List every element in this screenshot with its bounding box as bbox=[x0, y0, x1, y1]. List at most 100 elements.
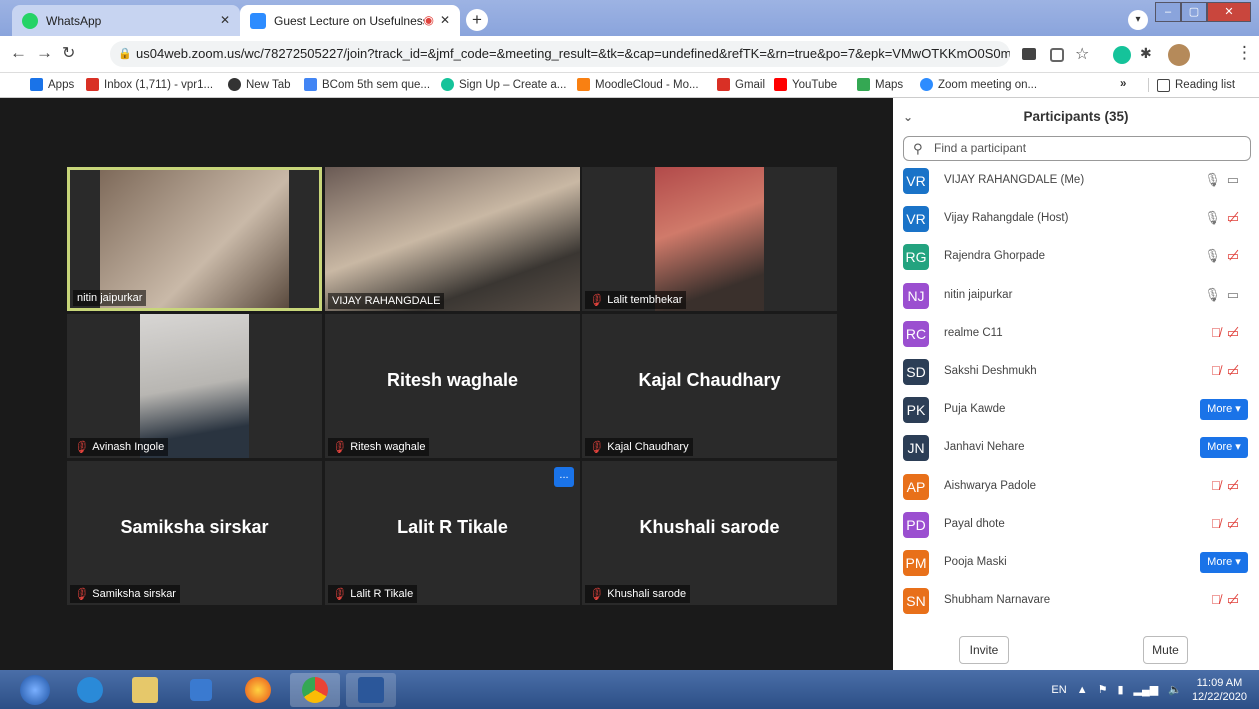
minimize-button[interactable]: – bbox=[1155, 2, 1181, 22]
participant-row[interactable]: AP Aishwarya Padole 🎙̸ ▭̸ bbox=[893, 468, 1259, 506]
video-tile[interactable]: 🎙 Lalit tembhekar bbox=[582, 167, 837, 311]
forward-icon[interactable]: → bbox=[36, 43, 53, 63]
more-button[interactable]: More ▾ bbox=[1200, 437, 1248, 459]
new-tab-button[interactable]: + bbox=[466, 9, 488, 31]
bookmark-label: Apps bbox=[48, 78, 75, 91]
back-icon[interactable]: ← bbox=[10, 43, 27, 63]
chevron-down-icon[interactable]: ⌄ bbox=[903, 98, 913, 136]
menu-icon[interactable]: ⋮ bbox=[1236, 43, 1253, 63]
bookmarks-overflow[interactable]: » bbox=[1120, 78, 1126, 90]
video-tile[interactable]: Khushali sarode 🎙 Khushali sarode bbox=[582, 461, 837, 605]
video-tile[interactable]: 🎙 Avinash Ingole bbox=[67, 314, 322, 458]
tile-label: 🎙 Khushali sarode bbox=[585, 585, 691, 603]
avatar[interactable] bbox=[1168, 44, 1190, 66]
taskbar-media[interactable] bbox=[176, 673, 226, 707]
tile-name: Lalit tembhekar bbox=[607, 294, 683, 306]
bookmark-signup[interactable]: Sign Up – Create a... bbox=[441, 78, 566, 91]
tab-search-icon[interactable]: ▾ bbox=[1128, 10, 1148, 30]
close-icon[interactable]: ✕ bbox=[220, 13, 230, 27]
bookmark-zoom[interactable]: Zoom meeting on... bbox=[920, 78, 1037, 91]
video-off-icon: ▭̸ bbox=[1226, 477, 1239, 493]
participant-row[interactable]: RC realme C11 🎙̸ ▭̸ bbox=[893, 315, 1259, 353]
bookmark-inbox[interactable]: Inbox (1,711) - vpr1... bbox=[86, 78, 213, 91]
bookmark-moodle[interactable]: MoodleCloud - Mo... bbox=[577, 78, 699, 91]
flag-icon[interactable]: ⚑ bbox=[1098, 683, 1108, 696]
participant-name: nitin jaipurkar bbox=[944, 288, 1013, 301]
invite-button[interactable]: Invite bbox=[959, 636, 1009, 664]
participant-row[interactable]: RG Rajendra Ghorpade 🎙 ▭̸ bbox=[893, 238, 1259, 276]
status-icons: 🎙 ▭̸ bbox=[1204, 248, 1239, 264]
video-tile[interactable]: ... Lalit R Tikale 🎙 Lalit R Tikale bbox=[325, 461, 580, 605]
close-window-button[interactable]: ✕ bbox=[1207, 2, 1251, 22]
share-icon[interactable] bbox=[1050, 48, 1064, 62]
status-icons: 🎙̸ ▭̸ bbox=[1211, 592, 1239, 608]
participant-search-input[interactable]: ⚲ Find a participant bbox=[903, 136, 1251, 161]
language-indicator[interactable]: EN bbox=[1051, 684, 1066, 696]
bookmark-label: BCom 5th sem que... bbox=[322, 78, 431, 91]
mute-all-button[interactable]: Mute bbox=[1143, 636, 1188, 664]
gmail-icon bbox=[86, 78, 99, 91]
clock-time: 11:09 AM bbox=[1196, 676, 1243, 689]
participant-row[interactable]: VR Vijay Rahangdale (Host) 🎙 ▭̸ bbox=[893, 200, 1259, 238]
bookmark-newtab[interactable]: New Tab bbox=[228, 78, 291, 91]
bookmark-gmail[interactable]: Gmail bbox=[717, 78, 765, 91]
participant-row[interactable]: PK Puja Kawde More ▾ bbox=[893, 391, 1259, 429]
clock[interactable]: 11:09 AM 12/22/2020 bbox=[1192, 676, 1247, 704]
start-button[interactable] bbox=[10, 673, 60, 707]
taskbar-word[interactable] bbox=[346, 673, 396, 707]
tile-label: 🎙 Ritesh waghale bbox=[328, 438, 430, 456]
taskbar-chrome[interactable] bbox=[290, 673, 340, 707]
tile-name: Khushali sarode bbox=[607, 588, 687, 600]
volume-icon[interactable]: 🔈 bbox=[1168, 683, 1182, 696]
url-input[interactable]: 🔒 us04web.zoom.us/wc/78272505227/join?tr… bbox=[110, 41, 1010, 67]
status-icons: 🎙 ▭ bbox=[1204, 172, 1239, 188]
bookmark-youtube[interactable]: YouTube bbox=[774, 78, 837, 91]
video-tile[interactable]: nitin jaipurkar bbox=[67, 167, 322, 311]
camera-icon[interactable] bbox=[1022, 48, 1036, 60]
reading-list-button[interactable]: Reading list bbox=[1148, 78, 1235, 92]
muted-mic-icon: 🎙̸ bbox=[1210, 324, 1221, 340]
video-off-icon: ▭̸ bbox=[1226, 248, 1239, 264]
participant-name: Aishwarya Padole bbox=[944, 479, 1037, 492]
bookmark-bcom[interactable]: BCom 5th sem que... bbox=[304, 78, 430, 91]
signal-icon[interactable]: ▂▄▆ bbox=[1134, 683, 1159, 696]
muted-mic-icon: 🎙 bbox=[72, 440, 92, 454]
tile-label: VIJAY RAHANGDALE bbox=[328, 293, 445, 309]
tile-label: 🎙 Avinash Ingole bbox=[70, 438, 169, 456]
tile-more-button[interactable]: ... bbox=[554, 467, 574, 487]
tile-display-name: Khushali sarode bbox=[639, 517, 780, 537]
more-button[interactable]: More ▾ bbox=[1200, 552, 1248, 573]
window-controls: – ▢ ✕ bbox=[1155, 2, 1251, 22]
bookmark-label: MoodleCloud - Mo... bbox=[595, 78, 699, 91]
taskbar-ie[interactable] bbox=[65, 673, 115, 707]
participant-row[interactable]: NJ nitin jaipurkar 🎙 ▭ bbox=[893, 277, 1259, 315]
participant-row[interactable]: SD Sakshi Deshmukh 🎙̸ ▭̸ bbox=[893, 353, 1259, 391]
participant-row[interactable]: PD Payal dhote 🎙̸ ▭̸ bbox=[893, 506, 1259, 544]
video-tile[interactable]: Samiksha sirskar 🎙 Samiksha sirskar bbox=[67, 461, 322, 605]
taskbar-firefox[interactable] bbox=[233, 673, 283, 707]
participant-row[interactable]: PM Pooja Maski More ▾ bbox=[893, 544, 1259, 582]
bookmark-apps[interactable]: Apps bbox=[30, 78, 74, 91]
reload-icon[interactable]: ↻ bbox=[62, 43, 75, 63]
star-icon[interactable]: ☆ bbox=[1075, 44, 1089, 64]
grammarly-icon[interactable] bbox=[1113, 46, 1131, 64]
tab-zoom[interactable]: Guest Lecture on Usefulness ◉ ✕ bbox=[240, 5, 460, 36]
video-tile[interactable]: Kajal Chaudhary 🎙 Kajal Chaudhary bbox=[582, 314, 837, 458]
tab-whatsapp[interactable]: WhatsApp ✕ bbox=[12, 5, 240, 36]
tab-title: Guest Lecture on Usefulness bbox=[274, 13, 424, 28]
participant-row[interactable]: VR VIJAY RAHANGDALE (Me) 🎙 ▭ bbox=[893, 162, 1259, 200]
maximize-button[interactable]: ▢ bbox=[1181, 2, 1207, 22]
more-button[interactable]: More ▾ bbox=[1200, 399, 1248, 421]
extensions-icon[interactable]: ✱ bbox=[1140, 45, 1152, 62]
muted-mic-icon: 🎙̸ bbox=[1210, 477, 1221, 493]
video-tile[interactable]: VIJAY RAHANGDALE bbox=[325, 167, 580, 311]
close-icon[interactable]: ✕ bbox=[440, 13, 450, 27]
participant-row[interactable]: SN Shubham Narnavare 🎙̸ ▭̸ bbox=[893, 582, 1259, 620]
bookmark-label: Maps bbox=[875, 78, 904, 91]
taskbar-explorer[interactable] bbox=[120, 673, 170, 707]
participant-row[interactable]: JN Janhavi Nehare More ▾ bbox=[893, 429, 1259, 467]
video-tile[interactable]: Ritesh waghale 🎙 Ritesh waghale bbox=[325, 314, 580, 458]
bookmark-maps[interactable]: Maps bbox=[857, 78, 903, 91]
battery-icon[interactable]: ▮ bbox=[1117, 683, 1123, 696]
show-hidden-icons-icon[interactable]: ▲ bbox=[1077, 684, 1088, 696]
